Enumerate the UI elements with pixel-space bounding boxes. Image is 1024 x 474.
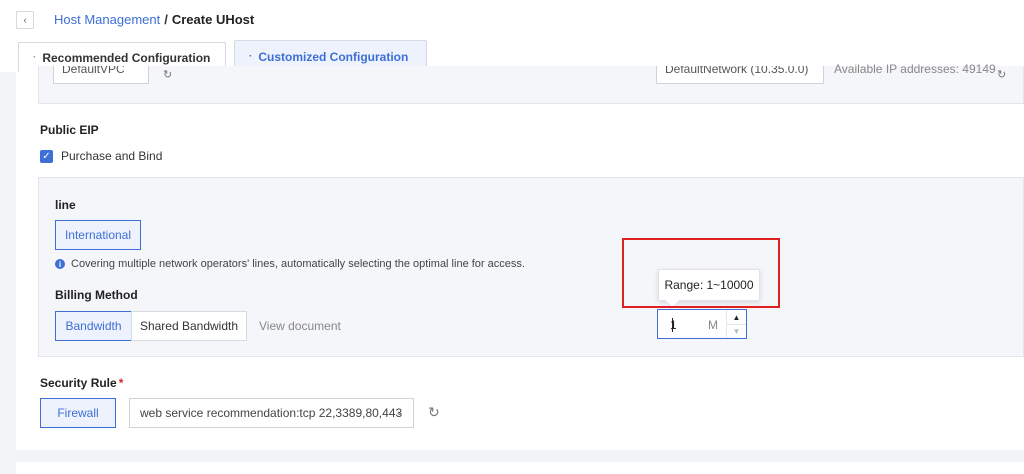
eip-panel: line International i Covering multiple n… xyxy=(38,177,1024,357)
stepper-controls: ▲ ▼ xyxy=(726,310,746,338)
line-international-button[interactable]: International xyxy=(55,220,141,250)
line-title: line xyxy=(55,198,76,212)
vpc-select[interactable]: DefaultVPC xyxy=(53,66,149,84)
refresh-icon[interactable]: ↻ xyxy=(163,68,172,81)
refresh-icon[interactable]: ↻ xyxy=(997,68,1006,81)
tab-label: Customized Configuration xyxy=(258,49,409,64)
security-rule-select[interactable]: web service recommendation:tcp 22,3389,8… xyxy=(129,398,414,428)
firewall-label: Firewall xyxy=(57,406,99,420)
chevron-left-icon[interactable]: ‹ xyxy=(16,11,34,29)
page-title: Create UHost xyxy=(171,12,255,27)
header-bar: ‹ Host Management / Create UHost xyxy=(0,0,1024,40)
chevron-down-icon: ⌄ xyxy=(395,407,403,417)
config-card: DefaultVPC ↻ DefaultNetwork (10.35.0.0) … xyxy=(16,63,1024,450)
network-panel: DefaultVPC ↻ DefaultNetwork (10.35.0.0) … xyxy=(38,62,1024,104)
security-rule-value: web service recommendation:tcp 22,3389,8… xyxy=(140,406,403,420)
breadcrumb: Host Management / Create UHost xyxy=(54,11,254,29)
subnet-select[interactable]: DefaultNetwork (10.35.0.0) xyxy=(656,66,824,84)
security-rule-title: Security Rule * xyxy=(40,376,123,390)
billing-bandwidth-button[interactable]: Bandwidth xyxy=(55,311,132,341)
purchase-bind-label: Purchase and Bind xyxy=(61,149,163,163)
view-document-link[interactable]: View document xyxy=(259,319,341,333)
decrement-icon[interactable]: ▼ xyxy=(727,324,746,338)
required-mark: * xyxy=(118,376,124,390)
subnet-select-value: DefaultNetwork (10.35.0.0) xyxy=(665,66,809,76)
breadcrumb-separator: / xyxy=(164,12,168,27)
billing-option-label: Shared Bandwidth xyxy=(139,319,239,333)
line-info-text: Covering multiple network operators' lin… xyxy=(71,258,525,270)
tab-label: Recommended Configuration xyxy=(42,50,211,65)
breadcrumb-host-management[interactable]: Host Management xyxy=(54,12,160,27)
purchase-bind-row[interactable]: ✓ Purchase and Bind xyxy=(40,149,162,163)
billing-method-title: Billing Method xyxy=(55,288,138,302)
tab-dot-icon: · xyxy=(249,51,253,62)
highlight-box xyxy=(622,238,780,308)
increment-icon[interactable]: ▲ xyxy=(727,310,746,324)
purchase-bind-checkbox[interactable]: ✓ xyxy=(40,149,53,163)
billing-option-label: Bandwidth xyxy=(65,319,122,333)
text-caret xyxy=(672,318,673,332)
security-rule-label: Security Rule xyxy=(40,376,117,390)
vpc-select-value: DefaultVPC xyxy=(62,66,125,76)
public-eip-title: Public EIP xyxy=(40,123,99,137)
line-option-label: International xyxy=(64,228,132,242)
bandwidth-unit: M xyxy=(708,318,718,332)
firewall-button[interactable]: Firewall xyxy=(40,398,116,428)
tab-dot-icon: · xyxy=(33,52,37,63)
info-icon: i xyxy=(55,259,65,269)
line-info: i Covering multiple network operators' l… xyxy=(55,258,525,270)
billing-shared-bandwidth-button[interactable]: Shared Bandwidth xyxy=(131,311,247,341)
next-card xyxy=(16,462,1024,474)
available-ip-text: Available IP addresses: 49149 xyxy=(834,62,996,76)
bandwidth-value[interactable]: 1 xyxy=(670,318,677,332)
bandwidth-stepper[interactable]: 1 M ▲ ▼ xyxy=(657,309,747,339)
refresh-icon[interactable]: ↻ xyxy=(428,404,440,421)
